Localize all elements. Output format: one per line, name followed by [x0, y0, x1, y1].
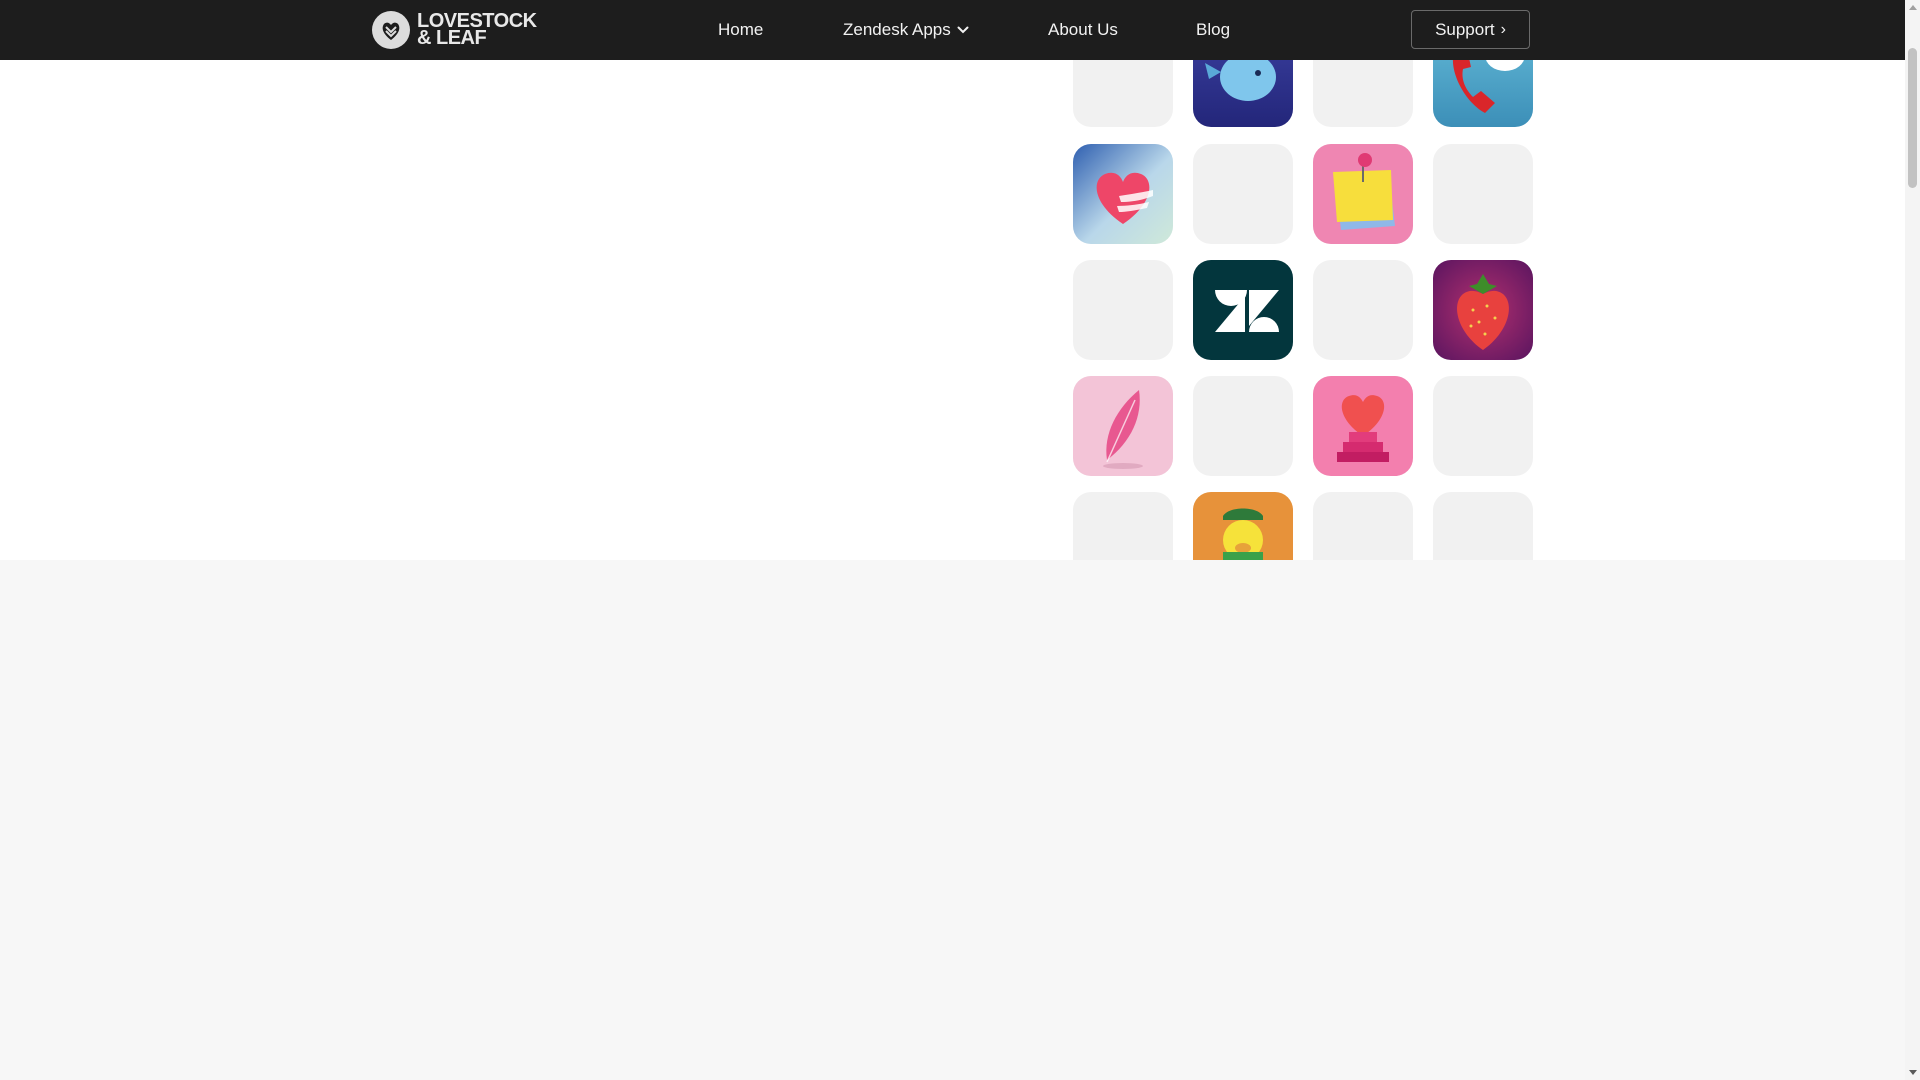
nav-about-us-link[interactable]: About Us — [1048, 0, 1118, 60]
sticky-note-app-icon[interactable] — [1313, 144, 1413, 244]
app-tile-placeholder — [1073, 260, 1173, 360]
heart-stairs-app-icon[interactable] — [1313, 376, 1413, 476]
support-button-label: Support — [1435, 19, 1495, 39]
nav-zendesk-apps-dropdown[interactable]: Zendesk Apps — [843, 0, 969, 60]
logo-heart-icon — [372, 11, 410, 49]
app-tile-placeholder — [1433, 144, 1533, 244]
logo-line-2: & LEAF — [417, 27, 487, 49]
app-tile-placeholder — [1073, 492, 1173, 560]
app-tile-placeholder — [1193, 376, 1293, 476]
support-button[interactable]: Support › — [1411, 10, 1530, 49]
brand-logo[interactable]: LOVESTOCK & LEAF — [372, 11, 537, 49]
app-tile-placeholder — [1433, 376, 1533, 476]
page-scroll-area: LOVESTOCK & LEAF Home Zendesk Apps About… — [0, 0, 1905, 1080]
app-tile-placeholder — [1313, 492, 1413, 560]
chevron-right-icon: › — [1500, 20, 1506, 38]
hero-section — [0, 0, 1905, 560]
nav-home-link[interactable]: Home — [718, 0, 763, 60]
heart-hands-app-icon[interactable] — [1073, 144, 1173, 244]
scroll-down-arrow-icon[interactable] — [1905, 1065, 1920, 1080]
chevron-down-icon — [957, 26, 969, 34]
strawberry-app-icon[interactable] — [1433, 260, 1533, 360]
vertical-scrollbar[interactable] — [1905, 0, 1920, 1080]
top-navbar: LOVESTOCK & LEAF Home Zendesk Apps About… — [0, 0, 1905, 60]
app-tile-placeholder — [1433, 492, 1533, 560]
nav-blog-link[interactable]: Blog — [1196, 0, 1230, 60]
scrollbar-thumb[interactable] — [1908, 48, 1917, 188]
scroll-up-arrow-icon[interactable] — [1905, 0, 1920, 15]
zendesk-logo-icon[interactable] — [1193, 260, 1293, 360]
nav-zendesk-apps-label: Zendesk Apps — [843, 20, 951, 39]
feather-app-icon[interactable] — [1073, 376, 1173, 476]
app-tile-placeholder — [1193, 144, 1293, 244]
app-tile-placeholder — [1313, 260, 1413, 360]
chick-mascot-app-icon[interactable] — [1193, 492, 1293, 560]
logo-wordmark: LOVESTOCK & LEAF — [417, 11, 537, 49]
